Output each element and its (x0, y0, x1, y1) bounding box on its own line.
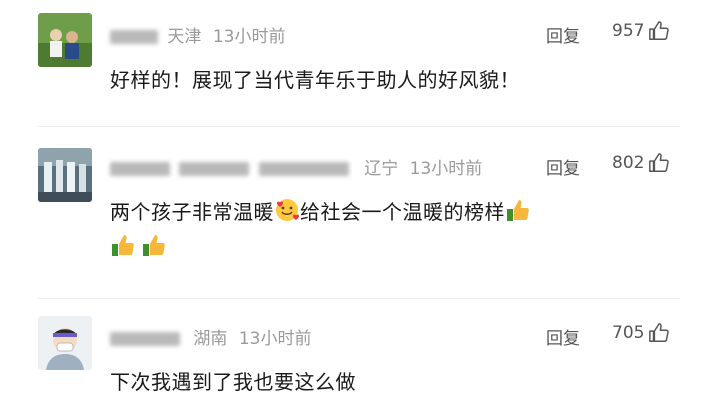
like-count: 957 (612, 21, 645, 41)
like-button[interactable]: 957 (612, 20, 670, 42)
comment-item-2: 辽宁 13小时前 回复 802 两个孩子非常温暖 给社会一个温暖的榜样 (0, 140, 718, 299)
reply-button[interactable]: 回复 (546, 324, 580, 349)
avatar[interactable] (38, 316, 92, 370)
thumbs-up-emoji-icon (505, 197, 531, 228)
thumb-up-icon (649, 323, 670, 342)
username-blurred[interactable] (110, 162, 170, 176)
username-blurred[interactable] (110, 332, 180, 346)
avatar[interactable] (38, 148, 92, 202)
comment-meta: 辽宁 13小时前 (110, 154, 482, 179)
thumb-up-icon (649, 153, 670, 172)
like-count: 802 (612, 153, 645, 173)
comment-text: 下次我遇到了我也要这么做 (110, 370, 356, 394)
location-label: 湖南 (193, 329, 228, 349)
comment-item-1: 天津 13小时前 回复 957 好样的！展现了当代青年乐于助人的好风貌！ (0, 0, 718, 127)
comment-emoji-row (110, 232, 167, 262)
comment-text: 两个孩子非常温暖 给社会一个温暖的榜样 (110, 196, 531, 228)
thumbs-up-emoji-icon (110, 232, 136, 262)
divider (38, 298, 680, 299)
location-label: 天津 (167, 27, 202, 47)
location-label: 辽宁 (364, 159, 399, 179)
divider (38, 126, 680, 127)
like-button[interactable]: 705 (612, 322, 670, 344)
thumbs-up-emoji-icon (141, 232, 167, 262)
thumb-up-icon (649, 21, 670, 40)
like-count: 705 (612, 323, 645, 343)
comment-item-3: 湖南 13小时前 回复 705 下次我遇到了我也要这么做 (0, 308, 718, 414)
comment-text: 好样的！展现了当代青年乐于助人的好风貌！ (110, 68, 520, 92)
avatar[interactable] (38, 13, 92, 67)
comment-meta: 天津 13小时前 (110, 22, 285, 47)
comment-text-part2: 给社会一个温暖的榜样 (300, 200, 505, 224)
comment-meta: 湖南 13小时前 (110, 324, 311, 349)
time-label: 13小时前 (238, 329, 312, 349)
time-label: 13小时前 (409, 159, 483, 179)
reply-button[interactable]: 回复 (546, 22, 580, 47)
comment-text-part1: 两个孩子非常温暖 (110, 200, 274, 224)
like-button[interactable]: 802 (612, 152, 670, 174)
username-blurred[interactable] (110, 30, 158, 44)
smiling-face-with-hearts-icon (274, 197, 300, 228)
time-label: 13小时前 (212, 27, 286, 47)
reply-button[interactable]: 回复 (546, 154, 580, 179)
